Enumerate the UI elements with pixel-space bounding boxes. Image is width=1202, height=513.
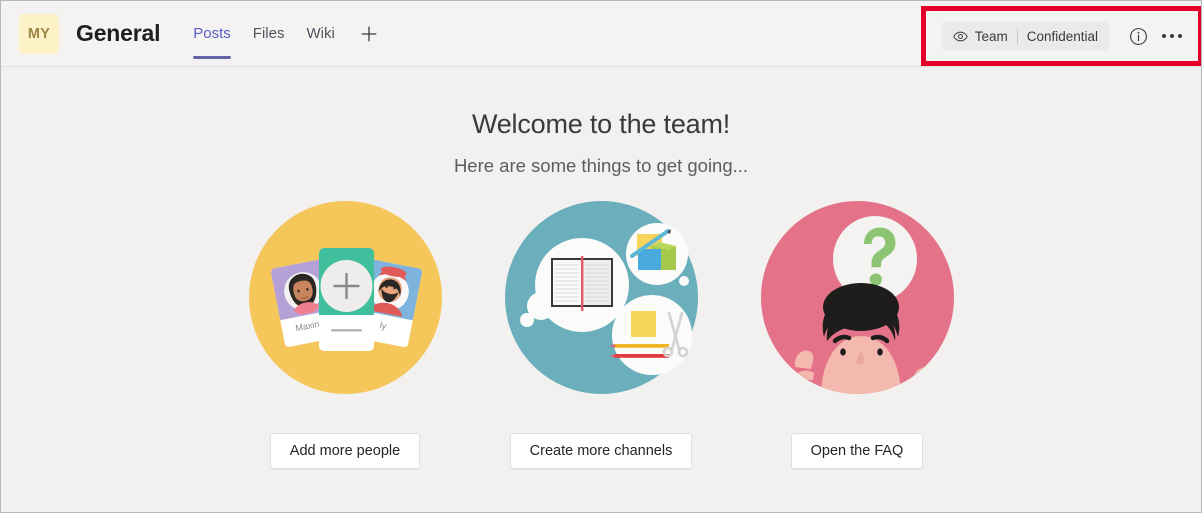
sensitivity-label-chip[interactable]: Team Confidential (941, 22, 1109, 50)
tab-wiki[interactable]: Wiki (295, 1, 345, 67)
eye-icon (952, 31, 968, 42)
tab-files[interactable]: Files (242, 1, 296, 67)
team-avatar-initials: MY (27, 25, 51, 42)
page-title: General (76, 20, 161, 46)
channel-header: MY General Posts Files Wiki Team Confide… (1, 1, 1201, 67)
tab-wiki-label: Wiki (306, 25, 335, 42)
get-started-cards: Maxine ly Add more people Create more ch… (248, 201, 954, 469)
chip-divider (1016, 28, 1018, 44)
team-avatar[interactable]: MY (19, 13, 59, 54)
tab-posts-label: Posts (193, 25, 231, 42)
faq-question-illustration (760, 201, 954, 394)
channels-notebook-illustration (504, 201, 698, 394)
tab-files-label: Files (252, 25, 285, 42)
sensitivity-classification-label: Confidential (1026, 28, 1098, 44)
tab-posts[interactable]: Posts (182, 1, 242, 67)
more-options-button[interactable] (1157, 21, 1187, 51)
card-add-people: Maxine ly Add more people (248, 201, 442, 469)
welcome-subtitle: Here are some things to get going... (453, 155, 749, 176)
open-the-faq-button[interactable]: Open the FAQ (790, 433, 924, 469)
header-actions: Team Confidential (941, 6, 1201, 66)
info-circle-icon (1129, 27, 1147, 45)
card-create-channels: Create more channels (504, 201, 698, 469)
add-more-people-button[interactable]: Add more people (269, 433, 421, 469)
channel-info-button[interactable] (1123, 21, 1153, 51)
more-options-icon (1161, 33, 1183, 39)
add-tab-button[interactable] (352, 1, 386, 67)
channel-tabs: Posts Files Wiki (182, 1, 386, 67)
channel-welcome-panel: Welcome to the team! Here are some thing… (1, 67, 1201, 512)
teams-channel-window: MY General Posts Files Wiki Team Confide… (0, 0, 1202, 513)
create-more-channels-button[interactable]: Create more channels (509, 433, 693, 469)
people-cards-illustration: Maxine ly (248, 201, 442, 394)
sensitivity-scope-label: Team (974, 28, 1008, 44)
welcome-title: Welcome to the team! (471, 109, 731, 139)
card-open-faq: Open the FAQ (760, 201, 954, 469)
plus-icon (361, 26, 377, 41)
